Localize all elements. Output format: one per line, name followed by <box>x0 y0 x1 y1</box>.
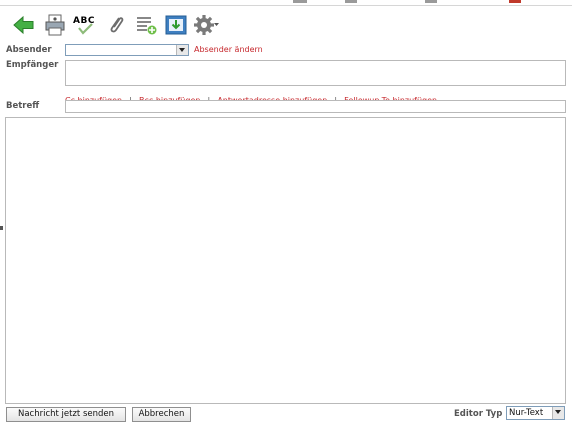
sender-select[interactable] <box>65 44 189 56</box>
editor-type-label: Editor Typ <box>454 409 503 419</box>
chevron-down-icon[interactable] <box>176 45 188 55</box>
editor-type-value: Nur-Text <box>509 408 544 418</box>
back-arrow-icon[interactable] <box>12 13 36 37</box>
change-sender-link[interactable]: Absender ändern <box>194 45 263 54</box>
resize-marker <box>0 226 3 230</box>
send-now-button[interactable]: Nachricht jetzt senden <box>6 407 126 422</box>
top-tab-stub <box>293 0 307 3</box>
chevron-down-icon[interactable] <box>552 407 564 419</box>
save-draft-icon[interactable] <box>164 13 188 37</box>
top-tab-stub <box>425 0 437 3</box>
recipient-field[interactable] <box>65 60 566 86</box>
editor-type-select[interactable]: Nur-Text <box>506 406 565 420</box>
top-tab-stub <box>345 0 357 3</box>
recipient-label: Empfänger <box>6 60 59 70</box>
settings-gear-icon[interactable] <box>193 13 221 37</box>
subject-field[interactable] <box>65 100 566 113</box>
spellcheck-icon[interactable]: ABC <box>72 13 96 37</box>
subject-label: Betreff <box>6 101 40 111</box>
print-icon[interactable] <box>43 13 67 37</box>
cancel-button[interactable]: Abbrechen <box>132 407 191 422</box>
message-body-textarea[interactable] <box>5 117 566 404</box>
top-tab-stub <box>509 0 521 3</box>
add-notes-icon[interactable] <box>134 13 158 37</box>
attachment-icon[interactable] <box>104 13 128 37</box>
sender-label: Absender <box>6 45 52 55</box>
top-divider <box>0 5 572 6</box>
